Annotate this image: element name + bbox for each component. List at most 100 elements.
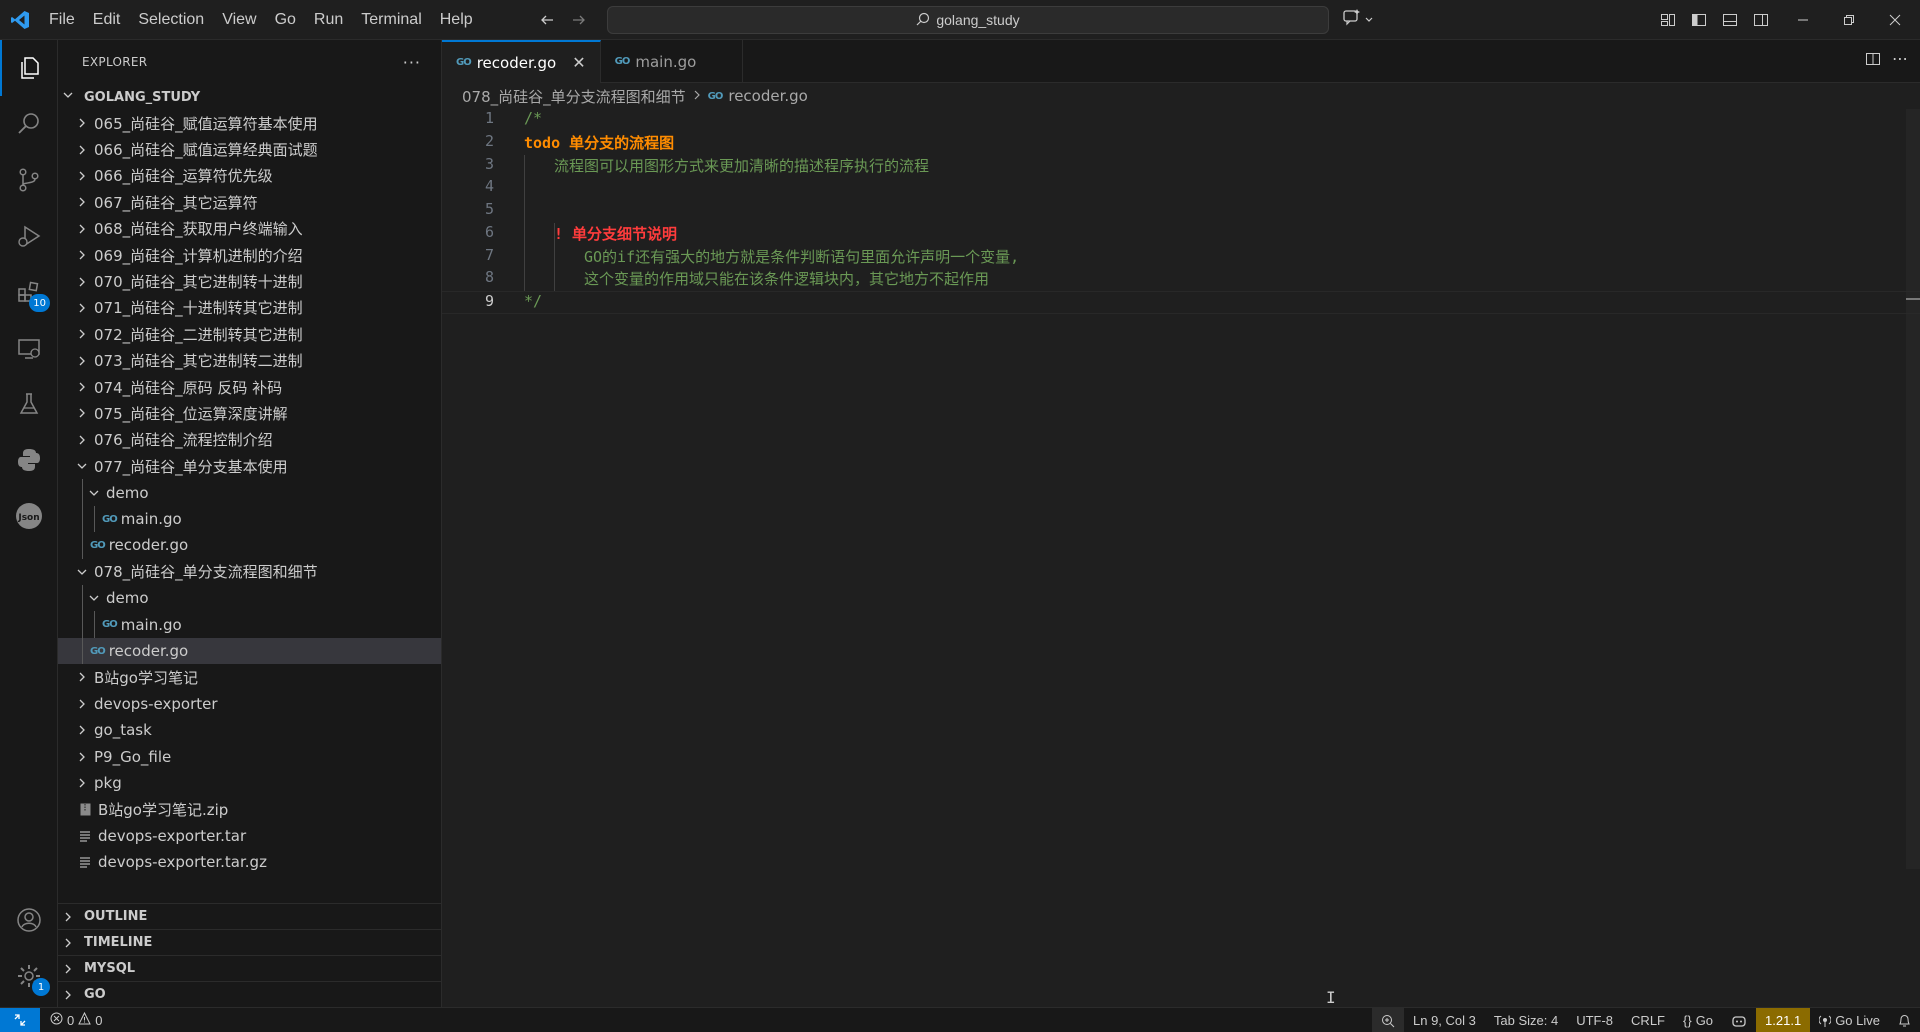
section-timeline[interactable]: TIMELINE <box>58 929 442 955</box>
code-line[interactable]: 6 ! 单分支细节说明 <box>442 222 1920 246</box>
forward-arrow-icon[interactable] <box>567 8 591 32</box>
split-editor-icon[interactable] <box>1864 50 1882 72</box>
toggle-primary-sidebar-icon[interactable] <box>1687 8 1711 32</box>
tree-folder[interactable]: 072_尚硅谷_二进制转其它进制 <box>58 321 441 347</box>
code-line[interactable]: 8 这个变量的作用域只能在该条件逻辑块内，其它地方不起作用 <box>442 268 1920 291</box>
chevron-right-icon <box>74 405 90 421</box>
go-version[interactable]: 1.21.1 <box>1756 1008 1811 1032</box>
copilot-status-icon[interactable] <box>1722 1008 1756 1032</box>
tree-file[interactable]: GO main.go <box>58 611 441 638</box>
tree-file[interactable]: GO main.go <box>58 505 441 533</box>
command-center-search[interactable]: golang_study <box>607 6 1329 34</box>
python-icon[interactable] <box>0 432 58 488</box>
language-mode[interactable]: {} Go <box>1674 1008 1722 1032</box>
cursor-position[interactable]: Ln 9, Col 3 <box>1404 1008 1485 1032</box>
menu-run[interactable]: Run <box>305 0 352 40</box>
zoom-indicator[interactable] <box>1372 1008 1404 1032</box>
tree-folder[interactable]: demo <box>58 479 441 506</box>
remote-explorer-icon[interactable] <box>0 320 58 376</box>
tree-file[interactable]: B站go学习笔记.zip <box>58 796 441 822</box>
workspace-root[interactable]: GOLANG_STUDY <box>58 84 441 110</box>
more-actions-icon[interactable]: ··· <box>403 53 421 72</box>
tree-file[interactable]: GO recoder.go <box>58 532 441 559</box>
json-icon[interactable]: Json <box>0 488 58 544</box>
toggle-panel-icon[interactable] <box>1718 8 1742 32</box>
customize-layout-icon[interactable] <box>1656 8 1680 32</box>
problems-indicator[interactable]: 0 0 <box>50 1011 102 1028</box>
tree-folder[interactable]: B站go学习笔记 <box>58 664 441 690</box>
close-window-icon[interactable] <box>1872 0 1918 40</box>
tree-folder[interactable]: 069_尚硅谷_计算机进制的介绍 <box>58 242 441 268</box>
tree-folder[interactable]: demo <box>58 585 441 612</box>
menu-help[interactable]: Help <box>431 0 482 40</box>
end-of-line[interactable]: CRLF <box>1622 1008 1674 1032</box>
tree-file[interactable]: GO recoder.go <box>58 637 441 665</box>
breadcrumb-folder[interactable]: 078_尚硅谷_单分支流程图和细节 <box>462 86 686 107</box>
tree-folder[interactable]: 066_尚硅谷_运算符优先级 <box>58 163 441 189</box>
code-line[interactable]: 2 todo 单分支的流程图 <box>442 132 1920 155</box>
search-view-icon[interactable] <box>0 96 58 152</box>
tree-folder[interactable]: 074_尚硅谷_原码 反码 补码 <box>58 374 441 400</box>
tree-folder[interactable]: pkg <box>58 770 441 796</box>
close-tab-icon[interactable]: ✕ <box>572 53 585 72</box>
code-line[interactable]: 7 GO的if还有强大的地方就是条件判断语句里面允许声明一个变量, <box>442 245 1920 269</box>
tree-folder[interactable]: go_task <box>58 717 441 743</box>
chevron-right-icon <box>74 221 90 237</box>
copilot-menu[interactable] <box>1342 8 1374 30</box>
restore-icon[interactable] <box>1826 0 1872 40</box>
accounts-icon[interactable] <box>0 892 58 948</box>
copilot-icon <box>1342 8 1362 30</box>
tree-folder[interactable]: 070_尚硅谷_其它进制转十进制 <box>58 268 441 294</box>
tree-folder[interactable]: 066_尚硅谷_赋值运算经典面试题 <box>58 136 441 162</box>
explorer-icon[interactable] <box>0 40 58 96</box>
tree-folder[interactable]: 065_尚硅谷_赋值运算符基本使用 <box>58 110 441 136</box>
menu-terminal[interactable]: Terminal <box>352 0 430 40</box>
editor-scrollbar[interactable] <box>1906 109 1920 869</box>
menu-file[interactable]: File <box>40 0 84 40</box>
breadcrumb-file[interactable]: recoder.go <box>728 87 808 105</box>
tree-folder[interactable]: 075_尚硅谷_位运算深度讲解 <box>58 400 441 426</box>
manage-gear-icon[interactable]: 1 <box>0 948 58 1004</box>
tree-file[interactable]: devops-exporter.tar.gz <box>58 849 441 875</box>
menu-selection[interactable]: Selection <box>129 0 213 40</box>
tab-main-go[interactable]: GO main.go <box>601 40 743 83</box>
tree-folder[interactable]: 073_尚硅谷_其它进制转二进制 <box>58 348 441 374</box>
run-debug-icon[interactable] <box>0 208 58 264</box>
menu-go[interactable]: Go <box>266 0 305 40</box>
code-line[interactable]: 4 <box>442 177 1920 200</box>
tree-folder[interactable]: 067_尚硅谷_其它运算符 <box>58 189 441 215</box>
explorer-sidebar: EXPLORER ··· GOLANG_STUDY 065_尚硅谷_赋值运算符基… <box>58 40 442 1007</box>
tab-recoder-go[interactable]: GO recoder.go ✕ <box>442 40 601 83</box>
more-actions-icon[interactable]: ⋯ <box>1892 50 1908 72</box>
section-mysql[interactable]: MYSQL <box>58 955 442 981</box>
notifications-bell-icon[interactable] <box>1889 1008 1920 1032</box>
menu-view[interactable]: View <box>213 0 265 40</box>
toggle-secondary-sidebar-icon[interactable] <box>1749 8 1773 32</box>
tree-folder[interactable]: 071_尚硅谷_十进制转其它进制 <box>58 295 441 321</box>
back-arrow-icon[interactable] <box>535 8 559 32</box>
code-line[interactable]: 9 */ <box>442 291 1920 314</box>
code-line[interactable]: 5 <box>442 200 1920 223</box>
tab-size[interactable]: Tab Size: 4 <box>1485 1008 1567 1032</box>
tree-file[interactable]: devops-exporter.tar <box>58 823 441 849</box>
tab-label: main.go <box>635 52 697 71</box>
menu-edit[interactable]: Edit <box>84 0 130 40</box>
code-editor[interactable]: 1 /* 2 todo 单分支的流程图 3 流程图可以用图形方式来更加清晰的描述程序执行的… <box>442 109 1920 314</box>
tree-folder[interactable]: 078_尚硅谷_单分支流程图和细节 <box>58 559 441 585</box>
section-outline[interactable]: OUTLINE <box>58 903 442 929</box>
testing-icon[interactable] <box>0 376 58 432</box>
tree-folder[interactable]: 077_尚硅谷_单分支基本使用 <box>58 453 441 479</box>
code-line[interactable]: 3 流程图可以用图形方式来更加清晰的描述程序执行的流程 <box>442 154 1920 178</box>
tree-folder[interactable]: devops-exporter <box>58 691 441 717</box>
remote-indicator[interactable] <box>0 1007 40 1032</box>
section-go[interactable]: GO <box>58 981 442 1007</box>
tree-folder[interactable]: P9_Go_file <box>58 743 441 769</box>
minimize-icon[interactable] <box>1780 0 1826 40</box>
tree-folder[interactable]: 076_尚硅谷_流程控制介绍 <box>58 427 441 453</box>
extensions-icon[interactable]: 10 <box>0 264 58 320</box>
tree-folder[interactable]: 068_尚硅谷_获取用户终端输入 <box>58 216 441 242</box>
source-control-icon[interactable] <box>0 152 58 208</box>
go-live[interactable]: Go Live <box>1810 1008 1889 1032</box>
encoding[interactable]: UTF-8 <box>1567 1008 1622 1032</box>
code-line[interactable]: 1 /* <box>442 109 1920 132</box>
